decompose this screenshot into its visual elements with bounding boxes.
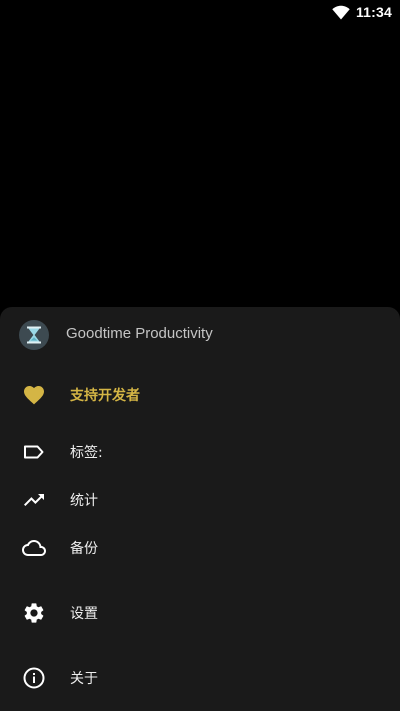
menu-label: 备份 (70, 541, 98, 557)
menu-item-about[interactable]: 关于 (0, 656, 400, 700)
status-right: 11:34 (332, 3, 392, 21)
trending-up-icon (22, 488, 46, 512)
menu-label: 关于 (70, 671, 98, 687)
menu-item-support-developer[interactable]: 支持开发者 (0, 373, 400, 417)
drawer-header: Goodtime Productivity (0, 307, 400, 363)
gear-icon (22, 601, 46, 625)
menu-label: 统计 (70, 493, 98, 509)
status-bar: 11:34 (0, 0, 400, 24)
label-tag-icon (22, 440, 46, 464)
menu-item-settings[interactable]: 设置 (0, 591, 400, 635)
info-icon (22, 666, 46, 690)
menu-label: 标签: (70, 445, 103, 461)
menu-label: 设置 (70, 606, 98, 622)
menu-item-labels[interactable]: 标签: (0, 430, 400, 474)
cloud-icon (22, 536, 46, 560)
heart-icon (22, 383, 46, 407)
navigation-drawer: Goodtime Productivity 支持开发者 标签: 统计 备份 设置… (0, 307, 400, 711)
menu-label: 支持开发者 (70, 388, 140, 404)
hourglass-icon (19, 320, 49, 350)
menu-item-statistics[interactable]: 统计 (0, 478, 400, 522)
screen: 11:34 Goodtime Productivity 支持开发者 标签: 统计… (0, 0, 400, 711)
status-time: 11:34 (355, 4, 392, 20)
menu-item-backup[interactable]: 备份 (0, 526, 400, 570)
app-name: Goodtime Productivity (66, 325, 213, 342)
wifi-icon (332, 5, 350, 20)
